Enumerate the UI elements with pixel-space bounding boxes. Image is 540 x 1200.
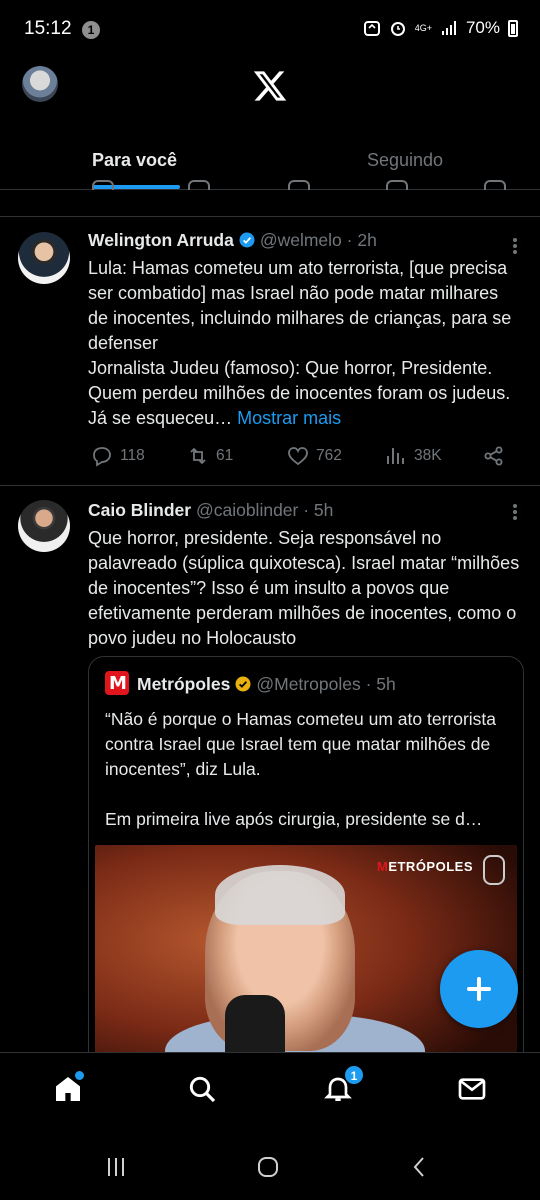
status-bar: 15:12 1 4G+ 70% bbox=[0, 0, 540, 60]
quote-video-thumbnail[interactable]: METRÓPOLES bbox=[95, 845, 517, 1052]
quote-author-name[interactable]: Metrópoles bbox=[137, 674, 230, 694]
microphone-icon bbox=[225, 995, 285, 1052]
alarm-icon bbox=[390, 22, 405, 36]
previous-tweet-actions-clipped bbox=[0, 176, 540, 190]
like-icon[interactable] bbox=[288, 180, 310, 190]
watermark-m: M bbox=[376, 859, 389, 874]
views-icon[interactable] bbox=[386, 180, 408, 190]
search-icon[interactable] bbox=[186, 1073, 218, 1105]
tweet-header: Caio Blinder @caioblinder · 5h bbox=[88, 498, 520, 522]
author-handle[interactable]: @welmelo bbox=[260, 230, 342, 250]
tweet-header: Welington Arruda @welmelo · 2h bbox=[88, 228, 520, 252]
tab-label: Seguindo bbox=[366, 150, 444, 170]
reply-button[interactable]: 118 bbox=[90, 444, 145, 468]
views-icon bbox=[387, 448, 404, 464]
view-count: 38K bbox=[414, 447, 442, 464]
views-button[interactable]: 38K bbox=[384, 444, 442, 468]
status-icons: 4G+ 70% bbox=[363, 18, 518, 38]
profile-avatar[interactable] bbox=[22, 66, 58, 102]
reply-count: 118 bbox=[120, 447, 145, 464]
video-watermark: METRÓPOLES bbox=[377, 859, 473, 874]
tweet-text: Que horror, presidente. Seja responsável… bbox=[88, 528, 520, 648]
quote-header: M Metrópoles @Metropoles · 5h bbox=[105, 671, 396, 695]
more-options-icon[interactable] bbox=[512, 236, 518, 256]
retweet-icon[interactable] bbox=[188, 180, 210, 190]
tweet-text: Lula: Hamas cometeu um ato terrorista, [… bbox=[88, 256, 520, 431]
signal-icon bbox=[441, 21, 456, 35]
app-header bbox=[0, 60, 540, 108]
tweet-time: · 5h bbox=[303, 500, 334, 520]
system-navigation-bar bbox=[0, 1130, 540, 1200]
tab-label: Para você bbox=[92, 150, 178, 170]
back-button-icon[interactable] bbox=[408, 1155, 432, 1179]
tweet-time: · 2h bbox=[346, 230, 377, 250]
reply-icon bbox=[93, 447, 111, 467]
gold-verified-badge-icon bbox=[235, 676, 251, 692]
watermark-text: ETRÓPOLES bbox=[388, 859, 473, 874]
metropoles-logo-icon: M bbox=[105, 671, 129, 695]
home-button-icon[interactable] bbox=[256, 1155, 280, 1179]
quote-time: · 5h bbox=[365, 674, 396, 694]
video-subject-hair bbox=[215, 865, 345, 925]
tweet[interactable]: Welington Arruda @welmelo · 2h Lula: Hama… bbox=[0, 216, 540, 484]
like-button[interactable]: 762 bbox=[286, 444, 342, 468]
compose-tweet-button[interactable] bbox=[440, 950, 518, 1028]
tweet-text-body: Lula: Hamas cometeu um ato terrorista, [… bbox=[88, 258, 512, 428]
recycle-icon bbox=[363, 21, 380, 36]
home-unread-dot bbox=[75, 1071, 84, 1080]
messages-envelope-icon[interactable] bbox=[456, 1073, 488, 1105]
notifications-badge: 1 bbox=[344, 1065, 364, 1085]
show-more-link[interactable]: Mostrar mais bbox=[237, 408, 341, 428]
recent-apps-icon[interactable] bbox=[104, 1155, 128, 1179]
quote-text: “Não é porque o Hamas cometeu um ato ter… bbox=[105, 709, 497, 829]
tweet-actions: 118 61 762 38K bbox=[88, 444, 518, 472]
avatar[interactable] bbox=[18, 232, 70, 284]
like-count: 762 bbox=[316, 447, 342, 464]
author-name[interactable]: Caio Blinder bbox=[88, 500, 191, 520]
retweet-button[interactable]: 61 bbox=[186, 444, 233, 468]
more-options-icon[interactable] bbox=[512, 502, 518, 522]
retweet-count: 61 bbox=[216, 447, 234, 464]
podcast-mic-icon bbox=[483, 855, 505, 885]
status-time: 15:12 bbox=[24, 18, 72, 39]
avatar[interactable] bbox=[18, 500, 70, 552]
share-icon[interactable] bbox=[484, 180, 506, 190]
tweet-content: Caio Blinder @caioblinder · 5h Que horro… bbox=[88, 498, 520, 651]
heart-icon bbox=[288, 447, 308, 466]
share-button[interactable] bbox=[482, 444, 506, 468]
reply-icon[interactable] bbox=[92, 180, 114, 190]
quote-author-handle[interactable]: @Metropoles bbox=[256, 674, 360, 694]
x-logo-icon[interactable] bbox=[252, 68, 288, 104]
notification-count-badge: 1 bbox=[82, 21, 100, 39]
bottom-navigation: 1 bbox=[0, 1052, 540, 1130]
verified-badge-icon bbox=[239, 232, 255, 248]
retweet-icon bbox=[190, 447, 206, 465]
author-handle[interactable]: @caioblinder bbox=[196, 500, 298, 520]
tweet-content: Welington Arruda @welmelo · 2h Lula: Hama… bbox=[88, 228, 520, 431]
author-name[interactable]: Welington Arruda bbox=[88, 230, 234, 250]
battery-icon bbox=[508, 19, 518, 37]
battery-percent: 70% bbox=[465, 18, 500, 37]
share-icon bbox=[484, 446, 503, 466]
network-type: 4G+ bbox=[414, 22, 432, 33]
